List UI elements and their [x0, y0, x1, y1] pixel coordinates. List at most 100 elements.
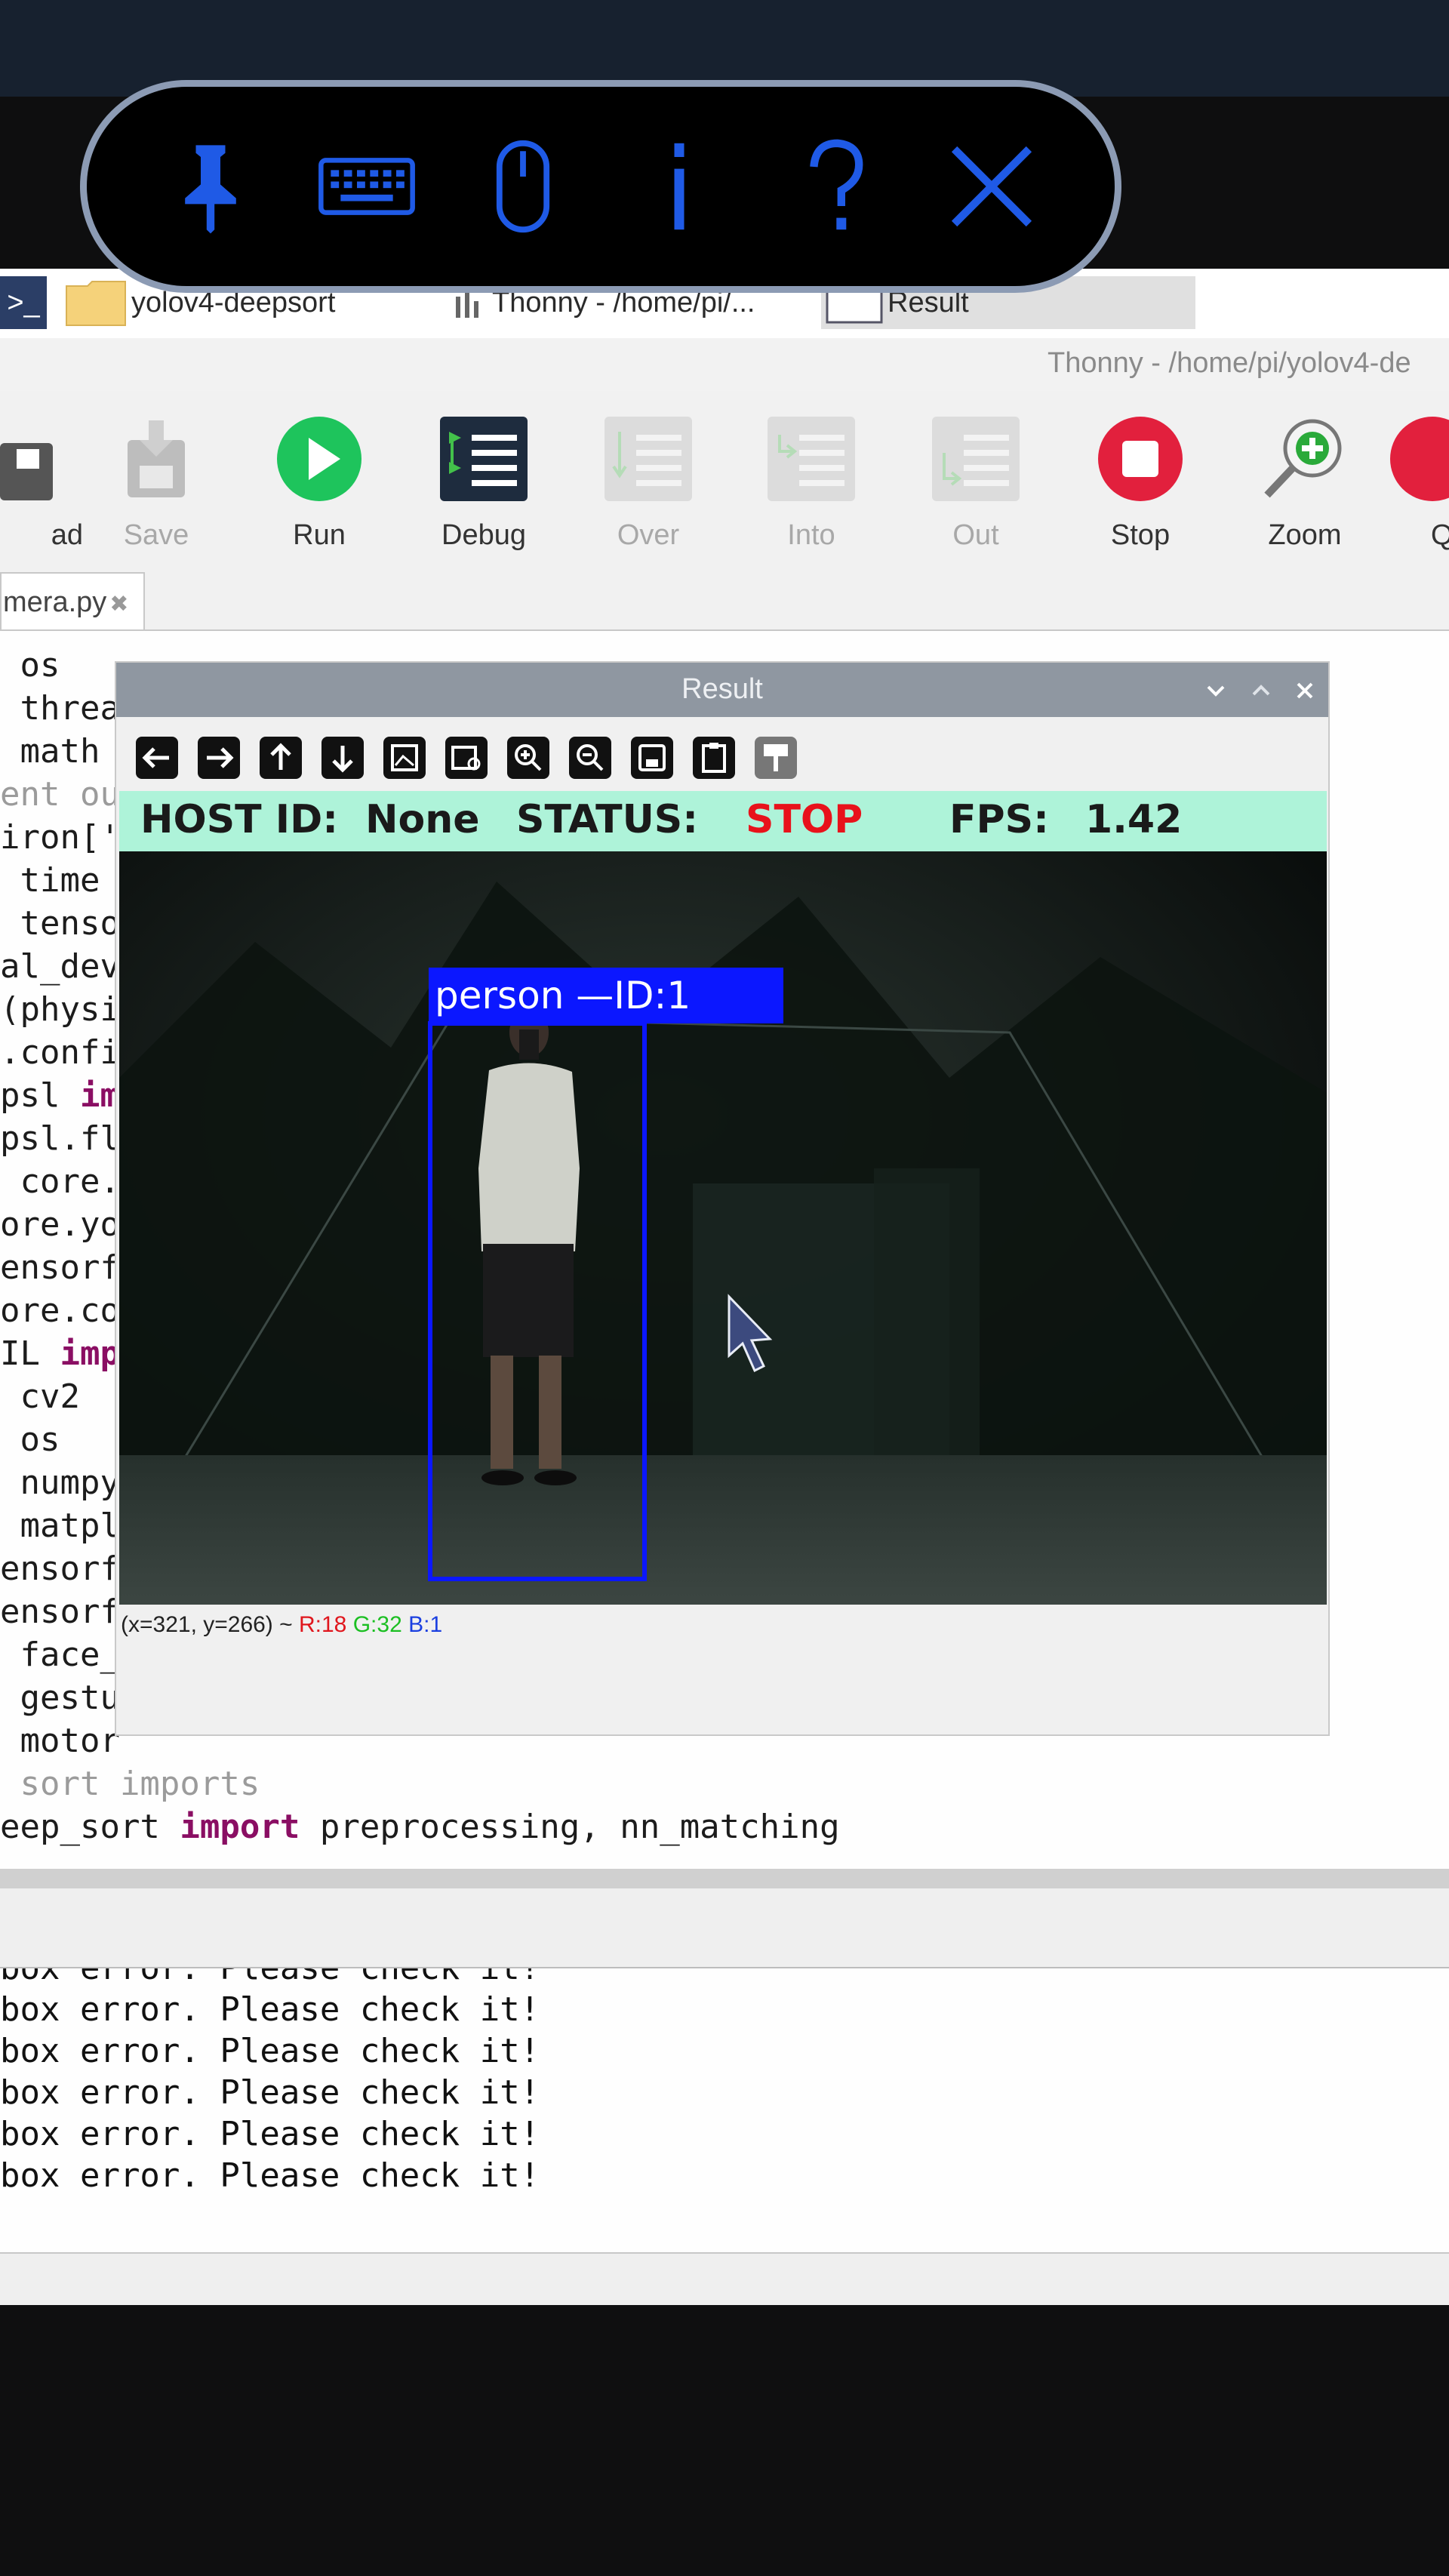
pan-right-button[interactable]	[193, 732, 245, 783]
quit-button[interactable]: Q	[1389, 414, 1449, 552]
run-button[interactable]: Run	[248, 414, 391, 552]
zoom-in-button[interactable]	[503, 732, 554, 783]
pixel-info: (x=321, y=266) ~ R:18 G:32 B:1	[121, 1612, 442, 1638]
folder-icon	[66, 281, 126, 326]
arrow-up-icon	[260, 737, 302, 779]
camera-image: person —ID:1	[119, 851, 1327, 1605]
status-value: STOP	[746, 797, 863, 842]
properties-button[interactable]	[750, 732, 801, 783]
code-line: numpy	[0, 1463, 120, 1502]
help-icon	[809, 139, 863, 230]
close-window-button[interactable]	[1286, 672, 1324, 709]
help-button[interactable]	[775, 126, 896, 247]
window-title: Thonny - /home/pi/yolov4-de	[1048, 347, 1411, 379]
shell-line: box error. Please check it!	[0, 1968, 540, 1987]
shell-line: box error. Please check it!	[0, 2115, 540, 2153]
step-into-label: Into	[787, 519, 835, 551]
step-over-label: Over	[617, 519, 680, 551]
camera-feed[interactable]: HOST ID: None STATUS: STOP FPS: 1.42 per…	[119, 791, 1327, 1605]
code-line: os	[0, 646, 60, 685]
shell-header	[0, 1888, 1449, 1968]
code-line: threa	[0, 689, 120, 728]
maximize-button[interactable]	[1242, 672, 1280, 709]
tab-close-icon[interactable]: ✖	[109, 592, 128, 617]
info-icon	[674, 143, 684, 230]
pin-button[interactable]	[150, 126, 271, 247]
status-bar	[0, 2254, 1449, 2305]
terminal-icon: >_	[7, 286, 40, 319]
tab-label: mera.py	[3, 586, 107, 618]
save-icon	[128, 420, 185, 497]
result-title: Result	[681, 673, 763, 705]
status-label: STATUS:	[516, 797, 699, 842]
stop-button[interactable]: Stop	[1069, 414, 1212, 552]
detection-label: person —ID:1	[435, 974, 691, 1017]
copy-image-button[interactable]	[688, 732, 740, 783]
debug-icon	[440, 417, 528, 501]
run-label: Run	[293, 519, 346, 551]
image-toolbar	[131, 732, 801, 786]
zoom-actual-button[interactable]	[441, 732, 492, 783]
code-text: eep_sort	[0, 1808, 180, 1846]
shell-line: box error. Please check it!	[0, 2073, 540, 2112]
keyword: im	[79, 1076, 120, 1115]
close-button[interactable]	[931, 126, 1052, 247]
close-icon	[951, 146, 1032, 227]
pan-down-button[interactable]	[317, 732, 368, 783]
quit-icon	[1390, 417, 1449, 501]
zoom-fit-button[interactable]	[379, 732, 430, 783]
load-icon	[0, 443, 53, 500]
editor-tabs: mera.py ✖	[0, 566, 1449, 631]
pan-left-button[interactable]	[131, 732, 183, 783]
pixel-green: G:32	[352, 1612, 402, 1637]
code-line: sort imports	[0, 1765, 260, 1803]
debug-button[interactable]: Debug	[412, 414, 555, 552]
code-line: psl.fl	[0, 1119, 120, 1158]
code-line: eep_sort import preprocessing, nn_matchi…	[0, 1808, 840, 1846]
step-over-button[interactable]: Over	[577, 414, 720, 552]
minimize-button[interactable]	[1197, 672, 1235, 709]
zoom-out-button[interactable]	[565, 732, 616, 783]
step-out-button[interactable]: Out	[904, 414, 1048, 552]
tab-camera-py[interactable]: mera.py ✖	[0, 572, 145, 629]
pixel-coords: (x=321, y=266) ~	[121, 1612, 293, 1637]
shell-line: box error. Please check it!	[0, 1990, 540, 2029]
shell-line: box error. Please check it!	[0, 2032, 540, 2070]
taskbar-terminal[interactable]: >_	[0, 276, 47, 329]
remote-toolbar	[80, 80, 1121, 293]
paint-brush-icon	[755, 737, 797, 779]
step-into-button[interactable]: Into	[740, 414, 883, 552]
quit-label: Q	[1431, 519, 1449, 551]
shell-output[interactable]: box error. Please check it! box error. P…	[0, 1968, 1449, 2254]
load-button[interactable]: ad	[0, 414, 83, 552]
keyboard-button[interactable]	[306, 126, 427, 247]
code-line: os	[0, 1420, 60, 1459]
save-image-button[interactable]	[626, 732, 678, 783]
code-line: IL imp	[0, 1334, 120, 1373]
code-line: core.	[0, 1162, 120, 1201]
mouse-button[interactable]	[463, 126, 583, 247]
step-out-label: Out	[952, 519, 999, 551]
pixel-blue: B:1	[408, 1612, 443, 1637]
save-button[interactable]: Save	[85, 414, 228, 552]
arrow-left-icon	[136, 737, 178, 779]
pane-divider[interactable]	[0, 1869, 1449, 1888]
code-line: face_	[0, 1636, 120, 1674]
code-line: math	[0, 732, 100, 771]
image-icon	[383, 737, 426, 779]
pan-up-button[interactable]	[255, 732, 306, 783]
info-button[interactable]	[619, 126, 740, 247]
save-icon	[631, 737, 673, 779]
chevron-up-icon	[1252, 685, 1270, 696]
result-title-bar[interactable]: Result	[116, 663, 1328, 717]
zoom-label: Zoom	[1268, 519, 1342, 551]
chevron-down-icon	[1207, 685, 1225, 697]
code-line: psl im	[0, 1076, 120, 1115]
stop-label: Stop	[1110, 519, 1171, 551]
image-search-icon	[445, 737, 488, 779]
code-line: ensorf	[0, 1550, 120, 1588]
pixel-red: R:18	[299, 1612, 347, 1637]
zoom-button[interactable]: Zoom	[1233, 414, 1377, 552]
code-line: ore.co	[0, 1291, 120, 1330]
code-line: matpl	[0, 1507, 120, 1545]
